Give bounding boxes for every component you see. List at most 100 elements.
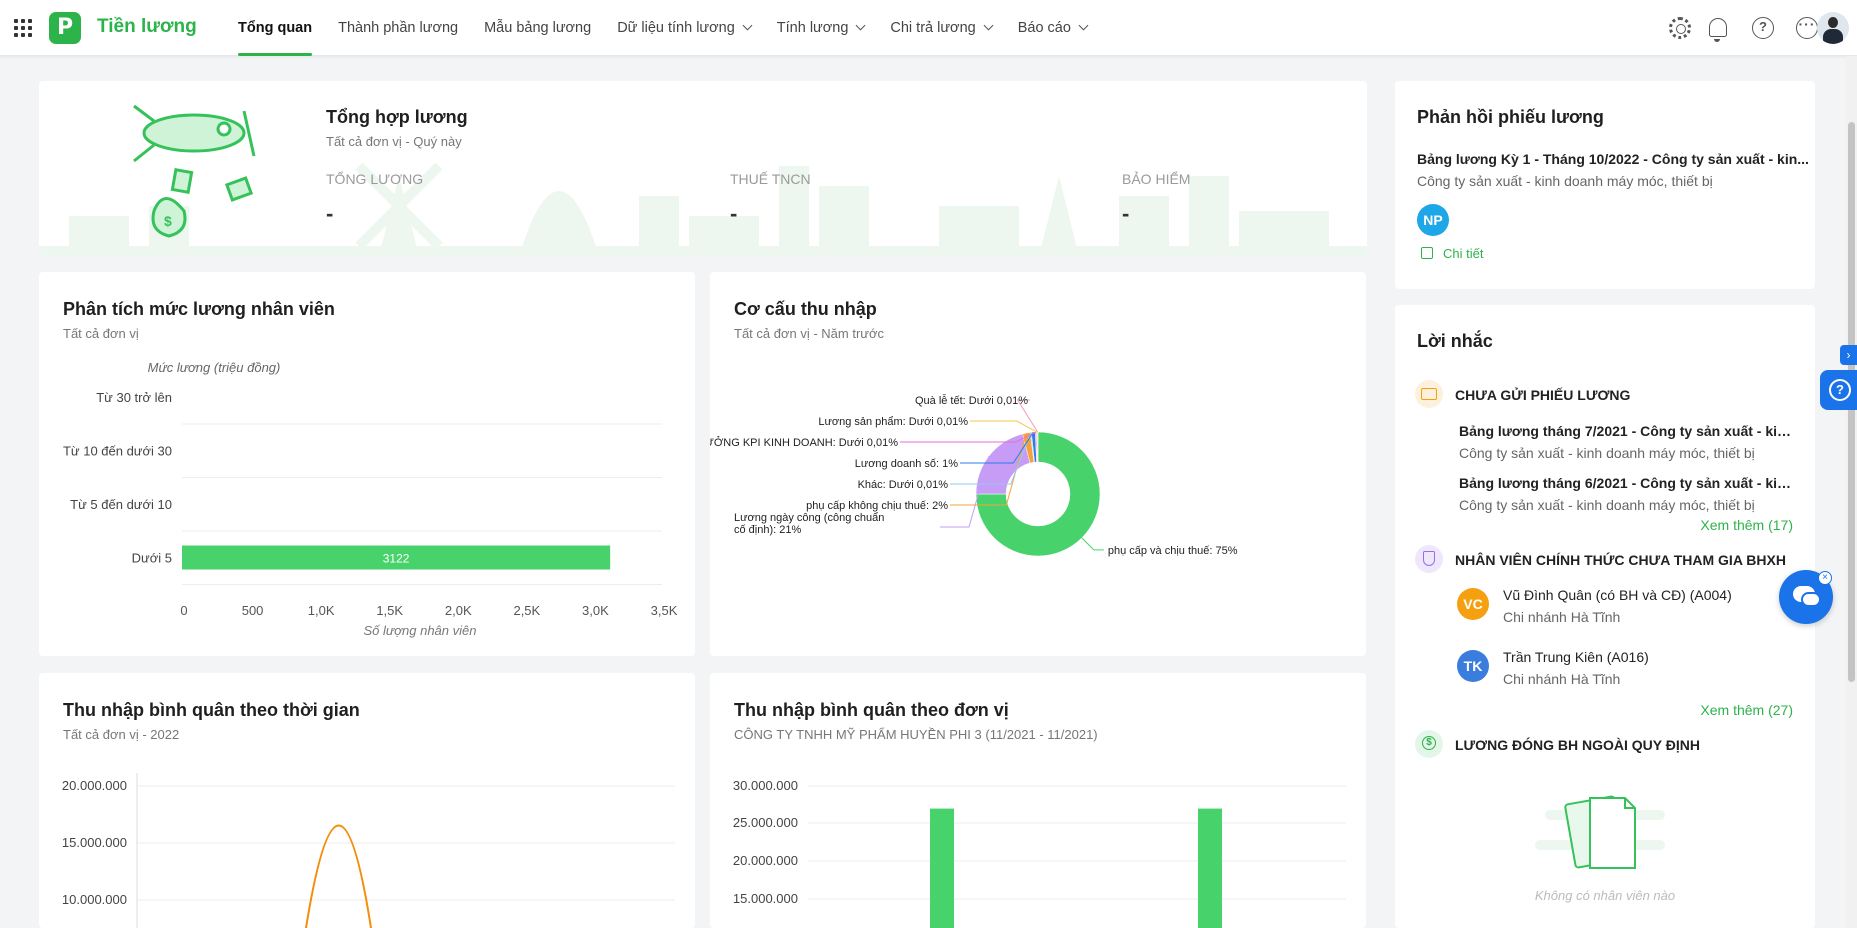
- reminder-item-subtitle: Công ty sản xuất - kinh doanh máy móc, t…: [1459, 445, 1755, 461]
- nav-tab-calculate[interactable]: Tính lương: [777, 0, 866, 56]
- income-structure-card: Cơ cấu thu nhập Tất cả đơn vị - Năm trướ…: [710, 272, 1366, 656]
- feedback-item-title[interactable]: Bảng lương Kỳ 1 - Tháng 10/2022 - Công t…: [1417, 151, 1809, 167]
- income-line-chart: 20.000.000 15.000.000 10.000.000: [62, 773, 675, 928]
- nav-tab-salary-components[interactable]: Thành phần lương: [338, 0, 458, 56]
- insurance-value: -: [1122, 201, 1130, 226]
- side-panel-toggle-icon[interactable]: ›: [1840, 345, 1857, 365]
- income-unit-bar-chart: 30.000.000 25.000.000 20.000.000 15.000.000: [733, 778, 1346, 928]
- employee-branch: Chi nhánh Hà Tĩnh: [1503, 609, 1621, 625]
- income-tax-label: THUẾ TNCN: [730, 171, 811, 187]
- page-scrollbar[interactable]: [1846, 56, 1857, 928]
- slice-label: Lương doanh số: 1%: [855, 458, 958, 470]
- chat-close-icon[interactable]: ×: [1818, 571, 1832, 585]
- slice-label: phụ cấp không chịu thuế: 2%: [806, 500, 948, 512]
- y-tick-label: 15.000.000: [62, 835, 127, 850]
- mail-warning-icon: [1415, 380, 1443, 408]
- side-help-button[interactable]: ?: [1820, 370, 1857, 410]
- empty-state-text: Không có nhân viên nào: [1534, 888, 1676, 903]
- avatar: NP: [1417, 204, 1449, 236]
- insurance-label: BẢO HIỂM: [1122, 171, 1191, 187]
- x-tick-label: 500: [242, 603, 264, 618]
- y-tick-label: 15.000.000: [733, 891, 798, 906]
- reminder-section-no-insurance: NHÂN VIÊN CHÍNH THỨC CHƯA THAM GIA BHXH: [1455, 552, 1786, 568]
- x-tick-label: 2,0K: [445, 603, 472, 618]
- user-avatar[interactable]: [1817, 12, 1849, 44]
- salary-analysis-card: Phân tích mức lương nhân viên Tất cả đơn…: [39, 272, 695, 656]
- reminder-card: Lời nhắc CHƯA GỬI PHIẾU LƯƠNG Bảng lương…: [1395, 305, 1815, 928]
- bar: [1198, 808, 1222, 928]
- avatar: TK: [1457, 650, 1489, 682]
- bell-icon[interactable]: [1709, 18, 1727, 42]
- income-tax-value: -: [730, 201, 738, 226]
- chevron-down-icon: [742, 20, 753, 31]
- summary-title: Tổng hợp lương: [326, 107, 468, 127]
- app-name[interactable]: Tiền lương: [97, 16, 197, 38]
- feedback-item-subtitle: Công ty sản xuất - kinh doanh máy móc, t…: [1417, 173, 1713, 189]
- total-salary-value: -: [326, 201, 334, 226]
- slice-label: THƯỞNG KPI KINH DOANH: Dưới 0,01%: [710, 436, 898, 449]
- see-more-insurance-link[interactable]: Xem thêm (27): [1700, 702, 1793, 718]
- slice-label: Quà lễ tết: Dưới 0,01%: [915, 394, 1028, 407]
- employee-branch: Chi nhánh Hà Tĩnh: [1503, 671, 1621, 687]
- shield-warning-icon: [1415, 545, 1443, 573]
- income-by-unit-card: Thu nhập bình quân theo đơn vị CÔNG TY T…: [710, 673, 1366, 928]
- top-bar: P Tiền lương Tổng quan Thành phần lương …: [0, 0, 1857, 56]
- nav-tab-overview[interactable]: Tổng quan: [238, 0, 313, 56]
- series-line: [305, 824, 372, 928]
- x-tick-label: 2,5K: [513, 603, 540, 618]
- empty-documents-illustration: [1535, 795, 1665, 869]
- income-over-time-card: Thu nhập bình quân theo thời gian Tất cả…: [39, 673, 695, 928]
- y-tick-label: 20.000.000: [62, 778, 127, 793]
- x-tick-label: 0: [180, 603, 187, 618]
- gear-icon[interactable]: [1669, 17, 1691, 39]
- feedback-title: Phản hồi phiếu lương: [1417, 107, 1604, 127]
- category-label: Từ 10 đến dưới 30: [63, 444, 172, 459]
- x-tick-label: 1,5K: [376, 603, 403, 618]
- nav-tab-salary-templates[interactable]: Mẫu bảng lương: [484, 0, 591, 56]
- main-nav: Tổng quan Thành phần lương Mẫu bảng lươn…: [238, 0, 1113, 56]
- income-donut-chart: phụ cấp và chịu thuế: 75% Lương ngày công…: [710, 394, 1238, 557]
- see-more-unsent-link[interactable]: Xem thêm (17): [1700, 517, 1793, 533]
- nav-tab-reports[interactable]: Báo cáo: [1018, 0, 1089, 56]
- feedback-detail-link[interactable]: Chi tiết: [1421, 246, 1483, 261]
- donut-slice: [975, 433, 1031, 495]
- slice-label: Khác: Dưới 0,01%: [858, 479, 949, 491]
- open-external-icon: [1421, 247, 1433, 259]
- plane-money-illustration: $: [133, 104, 256, 238]
- slice-leader-line: [970, 420, 1038, 433]
- donut-slice: [1036, 431, 1039, 463]
- reminder-item-title[interactable]: Bảng lương tháng 6/2021 - Công ty sản xu…: [1459, 475, 1799, 491]
- salary-bar-chart: Mức lương (triệu đồng) Từ 30 trở lên Từ 10…: [63, 360, 678, 638]
- y-tick-label: 30.000.000: [733, 778, 798, 793]
- money-warning-icon: $: [1415, 730, 1443, 758]
- y-tick-label: 20.000.000: [733, 853, 798, 868]
- x-tick-label: 1,0K: [308, 603, 335, 618]
- payslip-feedback-card: Phản hồi phiếu lương Bảng lương Kỳ 1 - T…: [1395, 81, 1815, 289]
- slice-label: Lương ngày công (công chuẩn: [734, 512, 884, 524]
- avatar: VC: [1457, 588, 1489, 620]
- reminder-section-insurance-out-of-rule: LƯƠNG ĐÓNG BH NGOÀI QUY ĐỊNH: [1455, 737, 1700, 753]
- employee-name[interactable]: Vũ Đình Quân (có BH và CĐ) (A004): [1503, 587, 1732, 603]
- chevron-down-icon: [1078, 20, 1089, 31]
- slice-label: cố định): 21%: [734, 524, 801, 536]
- category-label: Dưới 5: [132, 551, 172, 566]
- salary-summary-card: $ Tổng hợp lương Tất cả đơn vị - Quý này…: [39, 81, 1367, 256]
- svg-text:$: $: [164, 213, 172, 229]
- x-tick-label: 3,0K: [582, 603, 609, 618]
- apps-grid-icon[interactable]: [14, 19, 32, 37]
- category-label: Từ 5 đến dưới 10: [70, 497, 172, 512]
- more-icon[interactable]: ···: [1796, 17, 1818, 39]
- slice-label: Lương sản phẩm: Dưới 0,01%: [818, 416, 968, 428]
- help-icon[interactable]: ?: [1752, 17, 1774, 39]
- summary-subtitle: Tất cả đơn vị - Quý này: [326, 134, 462, 149]
- category-label: Từ 30 trở lên: [96, 390, 172, 405]
- nav-tab-salary-data[interactable]: Dữ liệu tính lương: [617, 0, 753, 56]
- slice-label: phụ cấp và chịu thuế: 75%: [1108, 545, 1238, 557]
- total-salary-label: TỔNG LƯƠNG: [326, 171, 424, 187]
- employee-name[interactable]: Trần Trung Kiên (A016): [1503, 649, 1649, 665]
- app-logo[interactable]: P: [49, 12, 81, 44]
- nav-tab-payment[interactable]: Chi trả lương: [890, 0, 994, 56]
- reminder-item-title[interactable]: Bảng lương tháng 7/2021 - Công ty sản xu…: [1459, 423, 1799, 439]
- help-icon: ?: [1829, 379, 1851, 401]
- bar-value-label: 3122: [383, 552, 410, 566]
